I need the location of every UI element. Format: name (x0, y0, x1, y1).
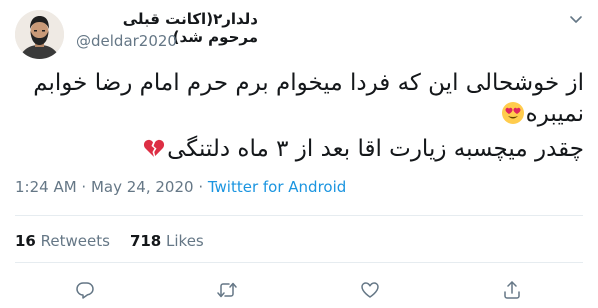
tweet-line-3: چقدر میچسبه زیارت اقا بعد از ۳ ماه دلتنگ… (14, 134, 584, 169)
retweet-icon[interactable] (215, 278, 239, 302)
divider (15, 215, 583, 216)
divider (15, 262, 583, 263)
action-bar (0, 276, 598, 304)
tweet-date[interactable]: May 24, 2020 (91, 178, 194, 196)
chevron-down-icon[interactable] (566, 9, 586, 29)
tweet-time[interactable]: 1:24 AM (15, 178, 77, 196)
meta-separator-2: · (193, 178, 208, 196)
likes-stat[interactable]: 718 Likes (130, 232, 204, 250)
share-icon[interactable] (500, 278, 524, 302)
tweet-line-2: نمیبره (14, 99, 584, 134)
tweet-card: دلدار۲(اکانت قبلی مرحوم شد) @deldar2020 … (0, 0, 598, 308)
retweets-count: 16 (15, 232, 36, 250)
tweet-source-link[interactable]: Twitter for Android (208, 178, 346, 196)
tweet-line-3-text: چقدر میچسبه زیارت اقا بعد از ۳ ماه دلتنگ… (167, 136, 584, 162)
user-handle[interactable]: @deldar2020 (76, 32, 177, 50)
tweet-meta: 1:24 AM · May 24, 2020 · Twitter for And… (15, 178, 346, 196)
broken-heart-emoji (142, 136, 166, 169)
retweets-stat[interactable]: 16 Retweets (15, 232, 110, 250)
tweet-line-2-text: نمیبره (525, 101, 584, 127)
likes-count: 718 (129, 232, 162, 250)
meta-separator: · (76, 178, 91, 196)
heart-icon[interactable] (358, 278, 382, 302)
reply-icon[interactable] (73, 278, 97, 302)
likes-label: Likes (166, 232, 204, 250)
tweet-line-1: از خوشحالی این که فردا میخوام برم حرم ام… (33, 70, 584, 96)
heart-eyes-emoji (501, 101, 525, 134)
avatar[interactable] (15, 10, 64, 59)
engagement-stats: 16 Retweets 718 Likes (15, 232, 204, 250)
retweets-label: Retweets (40, 232, 110, 250)
tweet-text: از خوشحالی این که فردا میخوام برم حرم ام… (14, 68, 584, 169)
